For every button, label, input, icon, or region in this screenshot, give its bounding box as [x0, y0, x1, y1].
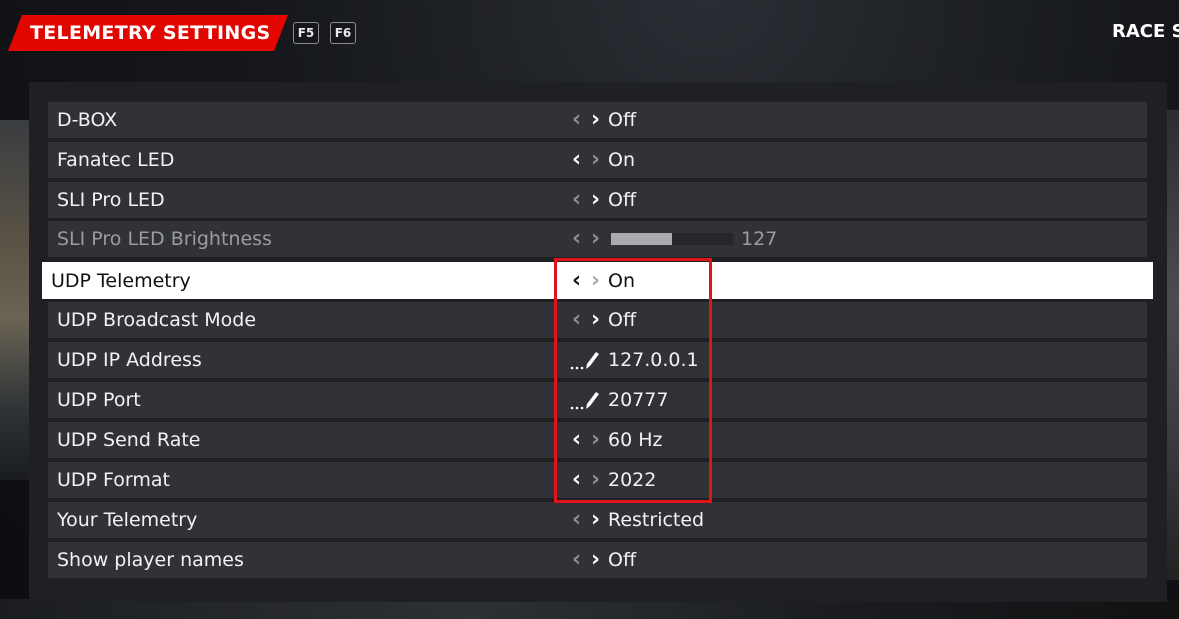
setting-value: 2022	[608, 469, 657, 491]
setting-label: UDP Port	[57, 389, 141, 411]
brightness-slider-fill	[611, 233, 672, 245]
edit-pencil-icon[interactable]	[567, 389, 605, 411]
setting-control: ‹ › On	[567, 142, 635, 178]
setting-control: 20777	[567, 382, 668, 418]
chevron-right-icon[interactable]: ›	[586, 149, 605, 171]
background-scenery-bottom	[0, 599, 1179, 619]
setting-control: ‹ › Off	[567, 182, 636, 218]
chevron-left-icon[interactable]: ‹	[567, 269, 586, 292]
setting-label: UDP Telemetry	[51, 269, 191, 292]
setting-control: ‹ › Restricted	[567, 502, 704, 538]
setting-label: UDP IP Address	[57, 349, 202, 371]
setting-row-sli-pro-led[interactable]: SLI Pro LED ‹ › Off	[48, 182, 1147, 218]
brightness-slider	[611, 233, 733, 245]
page-title-tag: TELEMETRY SETTINGS	[8, 15, 288, 51]
setting-control: ‹ › On	[567, 263, 635, 299]
setting-row-udp-port[interactable]: UDP Port 20777	[48, 382, 1147, 418]
setting-row-fanatec-led[interactable]: Fanatec LED ‹ › On	[48, 142, 1147, 178]
chevron-right-icon: ›	[590, 226, 601, 251]
chevron-left-icon[interactable]: ‹	[567, 189, 586, 211]
setting-label: Fanatec LED	[57, 149, 175, 171]
next-tab-key-hint[interactable]: F6	[330, 22, 356, 44]
setting-row-udp-send-rate[interactable]: UDP Send Rate ‹ › 60 Hz	[48, 422, 1147, 458]
setting-control: 127.0.0.1	[567, 342, 699, 378]
chevron-left-icon: ‹	[571, 226, 582, 251]
chevron-left-icon[interactable]: ‹	[567, 429, 586, 451]
setting-value: Off	[608, 309, 637, 331]
prev-tab-key-hint[interactable]: F5	[293, 22, 319, 44]
setting-label: UDP Send Rate	[57, 429, 201, 451]
setting-control: ‹ › 127	[567, 221, 777, 257]
chevron-right-icon[interactable]: ›	[586, 509, 605, 531]
setting-control: ‹ › 2022	[567, 462, 656, 498]
chevron-left-icon[interactable]: ‹	[567, 149, 586, 171]
chevron-right-icon[interactable]: ›	[586, 429, 605, 451]
page-title: TELEMETRY SETTINGS	[30, 22, 271, 44]
chevron-left-icon[interactable]: ‹	[567, 309, 586, 331]
chevron-left-icon[interactable]: ‹	[567, 109, 586, 131]
setting-row-dbox[interactable]: D-BOX ‹ › Off	[48, 102, 1147, 138]
setting-row-udp-format[interactable]: UDP Format ‹ › 2022	[48, 462, 1147, 498]
setting-value: Off	[608, 189, 637, 211]
setting-label: UDP Broadcast Mode	[57, 309, 257, 331]
chevron-right-icon[interactable]: ›	[586, 109, 605, 131]
setting-row-udp-ip-address[interactable]: UDP IP Address 127.0.0.1	[48, 342, 1147, 378]
setting-label: UDP Format	[57, 469, 170, 491]
chevron-right-icon[interactable]: ›	[586, 189, 605, 211]
setting-label: SLI Pro LED	[57, 189, 165, 211]
setting-value: 60 Hz	[608, 429, 663, 451]
chevron-right-icon[interactable]: ›	[586, 269, 605, 292]
setting-value: 127.0.0.1	[608, 349, 699, 371]
chevron-right-icon[interactable]: ›	[586, 549, 605, 571]
setting-row-your-telemetry[interactable]: Your Telemetry ‹ › Restricted	[48, 502, 1147, 538]
chevron-left-icon[interactable]: ‹	[567, 469, 586, 491]
setting-value: On	[608, 269, 635, 292]
setting-value: 127	[741, 228, 778, 250]
chevron-right-icon[interactable]: ›	[586, 469, 605, 491]
setting-value: Off	[608, 109, 637, 131]
setting-value: 20777	[608, 389, 669, 411]
setting-label: D-BOX	[57, 109, 118, 131]
setting-label: Your Telemetry	[57, 509, 198, 531]
setting-row-show-player-names[interactable]: Show player names ‹ › Off	[48, 542, 1147, 578]
background-scenery-right	[1165, 110, 1179, 580]
chevron-left-icon[interactable]: ‹	[567, 509, 586, 531]
setting-control: ‹ › Off	[567, 542, 636, 578]
setting-row-udp-broadcast-mode[interactable]: UDP Broadcast Mode ‹ › Off	[48, 302, 1147, 338]
background-scenery-left	[0, 120, 32, 480]
setting-control: ‹ › Off	[567, 302, 636, 338]
setting-label: Show player names	[57, 549, 244, 571]
tab-race-settings[interactable]: RACE S	[1112, 21, 1179, 42]
chevron-right-icon[interactable]: ›	[586, 309, 605, 331]
setting-row-sli-pro-led-brightness: SLI Pro LED Brightness ‹ › 127	[48, 221, 1147, 257]
setting-row-udp-telemetry[interactable]: UDP Telemetry ‹ › On	[42, 262, 1153, 299]
setting-control: ‹ › Off	[567, 102, 636, 138]
setting-control: ‹ › 60 Hz	[567, 422, 663, 458]
setting-value: Off	[608, 549, 637, 571]
setting-value: On	[608, 149, 635, 171]
setting-label: SLI Pro LED Brightness	[57, 228, 272, 250]
chevron-left-icon[interactable]: ‹	[567, 549, 586, 571]
edit-pencil-icon[interactable]	[567, 349, 605, 371]
setting-value: Restricted	[608, 509, 705, 531]
